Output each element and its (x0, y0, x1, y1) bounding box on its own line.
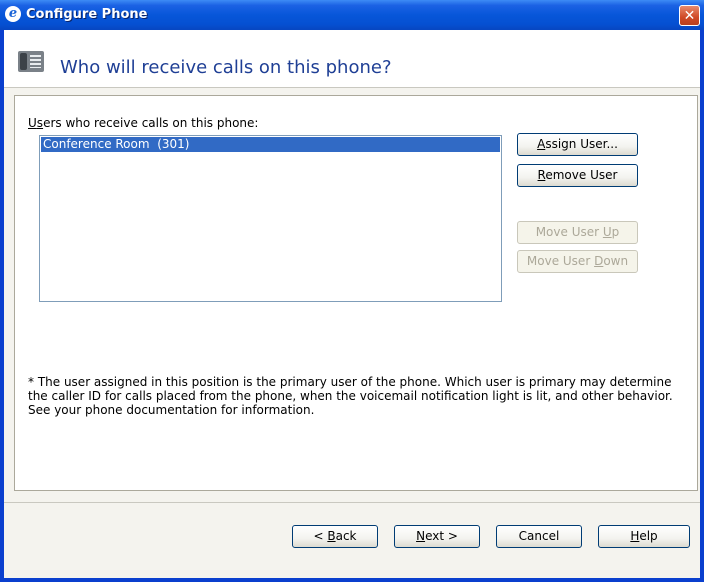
next-button[interactable]: Next > (394, 525, 480, 548)
configure-phone-window: e Configure Phone ✕ Who will receive cal… (0, 0, 704, 582)
list-item-conference-room[interactable]: Conference Room (301) (41, 137, 500, 152)
page-title: Who will receive calls on this phone? (60, 57, 392, 78)
dialog-client-area: Who will receive calls on this phone? Us… (4, 30, 700, 578)
close-button[interactable]: ✕ (679, 5, 700, 26)
title-bar[interactable]: e Configure Phone ✕ (0, 0, 704, 30)
window-title: Configure Phone (26, 7, 148, 22)
back-button[interactable]: < Back (292, 525, 378, 548)
move-user-up-button[interactable]: Move User Up (517, 221, 638, 244)
cancel-button[interactable]: Cancel (496, 525, 582, 548)
users-list-label: Users who receive calls on this phone: (28, 116, 259, 130)
phone-icon (18, 51, 44, 72)
remove-user-button[interactable]: Remove User (517, 164, 638, 187)
dialog-header: Who will receive calls on this phone? (4, 30, 700, 87)
internet-explorer-icon: e (5, 6, 21, 22)
header-divider (4, 87, 700, 88)
move-user-down-button[interactable]: Move User Down (517, 250, 638, 273)
help-button[interactable]: Help (598, 525, 690, 548)
footer-divider (4, 502, 700, 503)
assign-user-button[interactable]: Assign User... (517, 133, 638, 156)
primary-user-note: * The user assigned in this position is … (28, 375, 673, 417)
users-listbox[interactable]: Conference Room (301) (39, 135, 502, 302)
